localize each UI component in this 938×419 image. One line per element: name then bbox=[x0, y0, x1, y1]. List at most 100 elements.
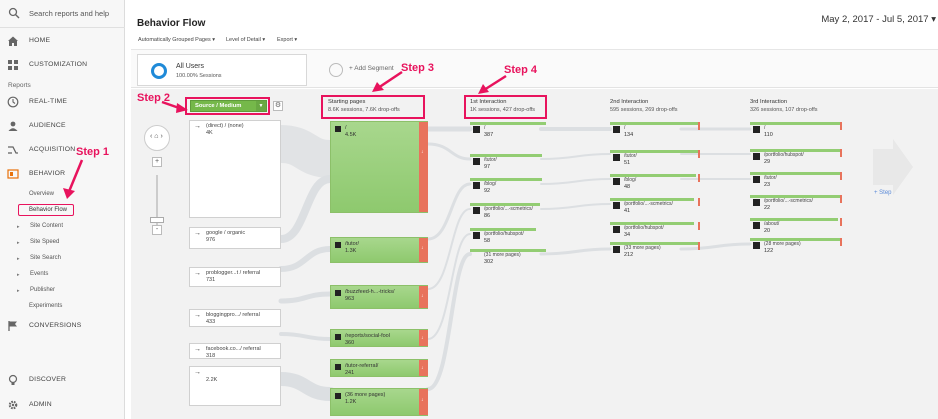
dropoff-bar[interactable]: ↓ bbox=[419, 286, 428, 308]
nav-realtime[interactable]: REAL-TIME bbox=[0, 93, 125, 111]
first-interaction-node[interactable]: /blog/92 bbox=[470, 178, 546, 194]
nav-home[interactable]: HOME bbox=[0, 32, 125, 50]
behavior-flow-chart: ‹ ⌂ › + - Source / Medium ▼ ⚙ Starting p… bbox=[131, 89, 938, 419]
page-title: Behavior Flow bbox=[137, 18, 206, 29]
sub-overview[interactable]: Overview bbox=[29, 191, 54, 197]
page-square-icon bbox=[335, 364, 341, 370]
sub-events[interactable]: ▸ Events bbox=[17, 271, 48, 278]
annotation-arrow-step-1 bbox=[63, 159, 84, 199]
third-interaction-node[interactable]: /portfolio/...-scmetrics/22 bbox=[750, 195, 842, 211]
arrow-right-icon: → bbox=[194, 312, 201, 319]
dashboard-icon bbox=[8, 60, 18, 70]
column-header-second-interaction: 2nd Interaction 595 sessions, 269 drop-of… bbox=[610, 99, 678, 113]
second-interaction-node[interactable]: /blog/48 bbox=[610, 174, 700, 190]
starting-page-node[interactable]: /buzzfeed-h...-tricks/963 ↓ bbox=[330, 285, 428, 309]
export-menu[interactable]: Export ▾ bbox=[277, 37, 297, 43]
nav-admin[interactable]: ADMIN bbox=[0, 396, 125, 414]
annotation-arrow-step-3 bbox=[372, 70, 403, 92]
behavior-flow-highlight bbox=[18, 204, 74, 216]
caret-right-icon: ▸ bbox=[17, 240, 20, 246]
zoom-out-button[interactable]: - bbox=[152, 225, 162, 235]
third-interaction-node[interactable]: (28 more pages) 122 bbox=[750, 238, 842, 254]
page-square-icon bbox=[335, 126, 341, 132]
caret-right-icon: ▸ bbox=[17, 224, 20, 230]
next-step-arrow-icon bbox=[873, 139, 913, 195]
third-interaction-node[interactable]: /about/20 bbox=[750, 218, 842, 234]
step4-highlight bbox=[464, 95, 547, 119]
search-input[interactable]: Search reports and help bbox=[29, 9, 109, 18]
arrow-right-icon: → bbox=[194, 123, 201, 130]
step3-highlight bbox=[321, 95, 425, 119]
sub-experiments[interactable]: Experiments bbox=[29, 303, 62, 309]
source-node[interactable]: → facebook.co.../ referral 318 bbox=[189, 343, 281, 359]
nav-conversions[interactable]: CONVERSIONS bbox=[0, 317, 125, 335]
dropoff-bar[interactable]: ↓ bbox=[419, 330, 428, 346]
first-interaction-node[interactable]: /387 bbox=[470, 122, 546, 138]
arrow-right-icon: → bbox=[194, 369, 201, 376]
behavior-icon bbox=[7, 169, 19, 179]
zoom-slider-handle[interactable] bbox=[150, 217, 164, 223]
page-square-icon bbox=[335, 393, 341, 399]
date-range-picker[interactable]: May 2, 2017 - Jul 5, 2017 ▾ bbox=[821, 14, 936, 25]
nav-customization[interactable]: CUSTOMIZATION bbox=[0, 56, 125, 74]
search-row[interactable]: Search reports and help bbox=[0, 0, 125, 28]
arrow-right-icon: → bbox=[194, 270, 201, 277]
second-interaction-node[interactable]: /portfolio/hubspot/34 bbox=[610, 222, 700, 238]
sub-site-speed[interactable]: ▸ Site Speed bbox=[17, 239, 59, 246]
source-node[interactable]: → 2.2K bbox=[189, 366, 281, 406]
dropoff-bar[interactable]: ↓ bbox=[419, 360, 428, 376]
second-interaction-node[interactable]: (33 more pages) 212 bbox=[610, 242, 700, 258]
second-interaction-node[interactable]: /134 bbox=[610, 122, 700, 138]
starting-page-node[interactable]: /tutor/1.3K ↓ bbox=[330, 237, 428, 263]
level-of-detail-menu[interactable]: Level of Detail ▾ bbox=[226, 37, 265, 43]
home-icon bbox=[8, 36, 18, 46]
starting-page-node[interactable]: (36 more pages) 1.2K ↓ bbox=[330, 388, 428, 416]
third-interaction-node[interactable]: /110 bbox=[750, 122, 842, 138]
grouped-pages-menu[interactable]: Automatically Grouped Pages ▾ bbox=[138, 37, 215, 43]
gear-icon[interactable]: ⚙ bbox=[273, 101, 283, 111]
source-node[interactable]: → problogger...t / referral 731 bbox=[189, 267, 281, 287]
starting-page-node[interactable]: /reports/social-fool 360 ↓ bbox=[330, 329, 428, 347]
caret-right-icon: ▸ bbox=[17, 272, 20, 278]
nav-label: ACQUISITION bbox=[29, 146, 76, 153]
source-node[interactable]: → (direct) / (none) 4K bbox=[189, 120, 281, 218]
first-interaction-node[interactable]: /tutor/97 bbox=[470, 154, 546, 170]
annotation-step-1: Step 1 bbox=[76, 146, 110, 158]
third-interaction-node[interactable]: /tutor/23 bbox=[750, 172, 842, 188]
page-square-icon bbox=[335, 290, 341, 296]
source-node[interactable]: → bloggingpro.../ referral 433 bbox=[189, 309, 281, 327]
zoom-in-button[interactable]: + bbox=[152, 157, 162, 167]
first-interaction-node[interactable]: /portfolio/...-scmetrics/86 bbox=[470, 203, 546, 219]
segment-all-users[interactable]: All Users 100.00% Sessions bbox=[137, 54, 307, 86]
second-interaction-node[interactable]: /tutor/51 bbox=[610, 150, 700, 166]
starting-page-node[interactable]: /tutor-referral/241 ↓ bbox=[330, 359, 428, 377]
pan-control[interactable]: ‹ ⌂ › bbox=[144, 125, 170, 151]
sub-site-content[interactable]: ▸ Site Content bbox=[17, 223, 63, 230]
page-square-icon bbox=[335, 334, 341, 340]
lightbulb-icon bbox=[8, 374, 18, 385]
page-square-icon bbox=[335, 242, 341, 248]
source-node[interactable]: → google / organic 976 bbox=[189, 227, 281, 249]
third-interaction-node[interactable]: /portfolio/hubspot/29 bbox=[750, 149, 842, 165]
sub-publisher[interactable]: ▸ Publisher bbox=[17, 287, 55, 294]
add-segment-circle-icon[interactable] bbox=[329, 63, 343, 77]
search-icon bbox=[8, 7, 20, 19]
first-interaction-node[interactable]: (31 more pages) 302 bbox=[470, 249, 546, 265]
nav-discover[interactable]: DISCOVER bbox=[0, 371, 125, 389]
dropoff-bar[interactable]: ↓ bbox=[419, 122, 428, 212]
nav-audience[interactable]: AUDIENCE bbox=[0, 117, 125, 135]
pan-arrows-icon: ‹ ⌂ › bbox=[150, 133, 163, 140]
caret-right-icon: ▸ bbox=[17, 256, 20, 262]
chevron-down-icon: ▾ bbox=[931, 14, 936, 25]
dropoff-bar[interactable]: ↓ bbox=[419, 238, 428, 262]
nav-label: ADMIN bbox=[29, 401, 52, 408]
second-interaction-node[interactable]: /portfolio/...-scmetrics/41 bbox=[610, 198, 700, 214]
first-interaction-node[interactable]: /portfolio/hubspot/58 bbox=[470, 228, 546, 244]
sub-site-search[interactable]: ▸ Site Search bbox=[17, 255, 61, 262]
segment-circle-icon bbox=[151, 63, 167, 79]
acquisition-icon bbox=[8, 146, 18, 154]
add-step-link[interactable]: + Step bbox=[874, 190, 892, 196]
starting-page-node[interactable]: /4.5K ↓ bbox=[330, 121, 428, 213]
annotation-step-4: Step 4 bbox=[504, 64, 538, 76]
dropoff-bar[interactable]: ↓ bbox=[419, 389, 428, 415]
